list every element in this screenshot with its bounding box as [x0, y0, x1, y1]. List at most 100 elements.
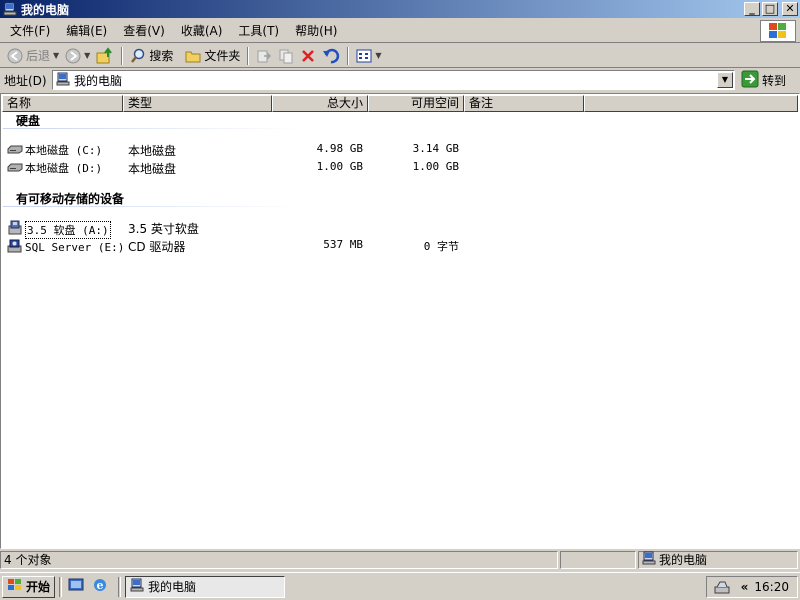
column-header-comments[interactable]: 备注: [464, 95, 584, 112]
start-label: 开始: [26, 580, 51, 594]
status-location-pane: 我的电脑: [638, 551, 798, 569]
title-bar[interactable]: 我的电脑 _ □ ✕: [0, 0, 800, 18]
quicklaunch-show-desktop[interactable]: [66, 577, 86, 597]
item-type: 本地磁盘: [128, 144, 177, 158]
item-type: 本地磁盘: [128, 162, 177, 176]
undo-button[interactable]: [319, 46, 343, 66]
minimize-button[interactable]: _: [744, 2, 760, 16]
search-label: 搜索: [149, 49, 174, 63]
my-computer-icon: [642, 551, 656, 569]
back-arrow-icon: [7, 48, 23, 64]
forward-button[interactable]: ▼: [62, 46, 93, 66]
item-free-space: 1.00 GB: [412, 160, 459, 173]
forward-dropdown-icon[interactable]: ▼: [84, 51, 90, 60]
column-header-name[interactable]: 名称: [2, 95, 123, 112]
item-total-size: 4.98 GB: [316, 142, 363, 155]
group-divider: [3, 206, 303, 207]
delete-x-icon: [300, 48, 316, 64]
up-folder-icon: [96, 46, 114, 65]
search-button[interactable]: 搜索: [127, 46, 176, 66]
hard-drive-icon: [7, 161, 23, 176]
copy-to-icon: [278, 48, 294, 64]
menu-file[interactable]: 文件(F): [2, 22, 58, 40]
status-object-count: 4 个对象: [0, 551, 558, 569]
item-name: 本地磁盘 (C:): [25, 144, 103, 157]
column-header-type[interactable]: 类型: [123, 95, 272, 112]
list-item[interactable]: SQL Server (E:) CD 驱动器 537 MB 0 字节: [5, 236, 485, 254]
folders-label: 文件夹: [204, 49, 241, 63]
folders-button[interactable]: 文件夹: [182, 46, 243, 66]
item-name: SQL Server (E:): [25, 241, 125, 254]
address-dropdown-button[interactable]: ▼: [717, 72, 733, 88]
column-header-free-space[interactable]: 可用空间: [368, 95, 464, 112]
go-button[interactable]: 转到: [741, 70, 786, 91]
menu-tools[interactable]: 工具(T): [230, 22, 287, 40]
windows-logo-icon: [760, 20, 796, 42]
standard-toolbar: 后退 ▼ ▼ 搜索 文件夹 ▼: [0, 44, 800, 68]
close-button[interactable]: ✕: [782, 2, 798, 16]
go-label: 转到: [762, 74, 787, 88]
move-to-icon: [256, 48, 272, 64]
taskbar-button-label: 我的电脑: [148, 580, 197, 594]
internet-explorer-icon: e: [92, 577, 108, 596]
my-computer-icon: [56, 72, 70, 89]
item-type: CD 驱动器: [128, 240, 186, 254]
quicklaunch-internet-explorer[interactable]: e: [90, 577, 110, 597]
taskbar-separator: [59, 576, 63, 597]
search-icon: [130, 48, 146, 64]
cd-drive-icon: [7, 238, 23, 257]
status-bar: 4 个对象 我的电脑: [0, 551, 800, 571]
list-item[interactable]: 本地磁盘 (C:) 本地磁盘 4.98 GB 3.14 GB: [5, 140, 485, 158]
maximize-button[interactable]: □: [762, 2, 778, 16]
tray-expand-button[interactable]: «: [741, 580, 749, 594]
status-location: 我的电脑: [659, 553, 708, 567]
column-header-total-size[interactable]: 总大小: [272, 95, 368, 112]
go-arrow-icon: [741, 70, 759, 91]
my-computer-icon: [130, 578, 144, 595]
svg-text:e: e: [97, 579, 104, 592]
menu-help[interactable]: 帮助(H): [287, 22, 345, 40]
menu-edit[interactable]: 编辑(E): [58, 22, 115, 40]
back-dropdown-icon[interactable]: ▼: [53, 51, 59, 60]
file-list-view[interactable]: 名称 类型 总大小 可用空间 备注 硬盘 本地磁盘 (C:) 本地磁盘 4.98…: [0, 93, 800, 549]
menu-favorites[interactable]: 收藏(A): [173, 22, 231, 40]
taskbar-button-my-computer[interactable]: 我的电脑: [125, 575, 286, 598]
column-header-filler: [584, 95, 798, 112]
address-bar: 地址(D) 我的电脑 ▼ 转到: [0, 69, 800, 91]
folder-icon: [185, 48, 201, 64]
item-type: 3.5 英寸软盘: [128, 222, 199, 236]
delete-button[interactable]: [297, 46, 319, 66]
taskbar-separator: [118, 576, 122, 597]
menu-view[interactable]: 查看(V): [115, 22, 173, 40]
hard-drive-icon: [7, 143, 23, 158]
up-folder-button[interactable]: [93, 46, 117, 66]
back-button[interactable]: 后退 ▼: [4, 46, 62, 66]
views-button[interactable]: ▼: [353, 46, 384, 66]
copy-to-button[interactable]: [275, 46, 297, 66]
address-label: 地址(D): [4, 73, 47, 88]
undo-icon: [322, 48, 340, 64]
back-label: 后退: [26, 49, 51, 63]
views-dropdown-icon[interactable]: ▼: [375, 51, 381, 60]
group-header-removable-storage: 有可移动存储的设备: [16, 192, 125, 206]
item-name: 本地磁盘 (D:): [25, 162, 103, 175]
item-free-space: 3.14 GB: [412, 142, 459, 155]
list-item[interactable]: 3.5 软盘 (A:) 3.5 英寸软盘: [5, 218, 485, 239]
address-field[interactable]: 我的电脑 ▼: [52, 70, 735, 90]
my-computer-icon: [3, 2, 17, 16]
start-button[interactable]: 开始: [2, 575, 56, 598]
status-empty-pane: [560, 551, 636, 569]
move-to-button[interactable]: [253, 46, 275, 66]
toolbar-separator: [247, 46, 250, 65]
clock[interactable]: 16:20: [754, 580, 789, 594]
list-item[interactable]: 本地磁盘 (D:) 本地磁盘 1.00 GB 1.00 GB: [5, 158, 485, 176]
show-desktop-icon: [68, 577, 84, 596]
menu-bar: 文件(F) 编辑(E) 查看(V) 收藏(A) 工具(T) 帮助(H): [0, 19, 800, 43]
forward-arrow-icon: [65, 48, 81, 64]
address-value: 我的电脑: [74, 73, 123, 88]
column-headers: 名称 类型 总大小 可用空间 备注: [2, 95, 798, 112]
toolbar-separator: [347, 46, 350, 65]
group-divider: [3, 128, 303, 129]
windows-flag-icon: [7, 578, 23, 595]
taskbar: 开始 e 我的电脑 « 16:20: [0, 572, 800, 600]
